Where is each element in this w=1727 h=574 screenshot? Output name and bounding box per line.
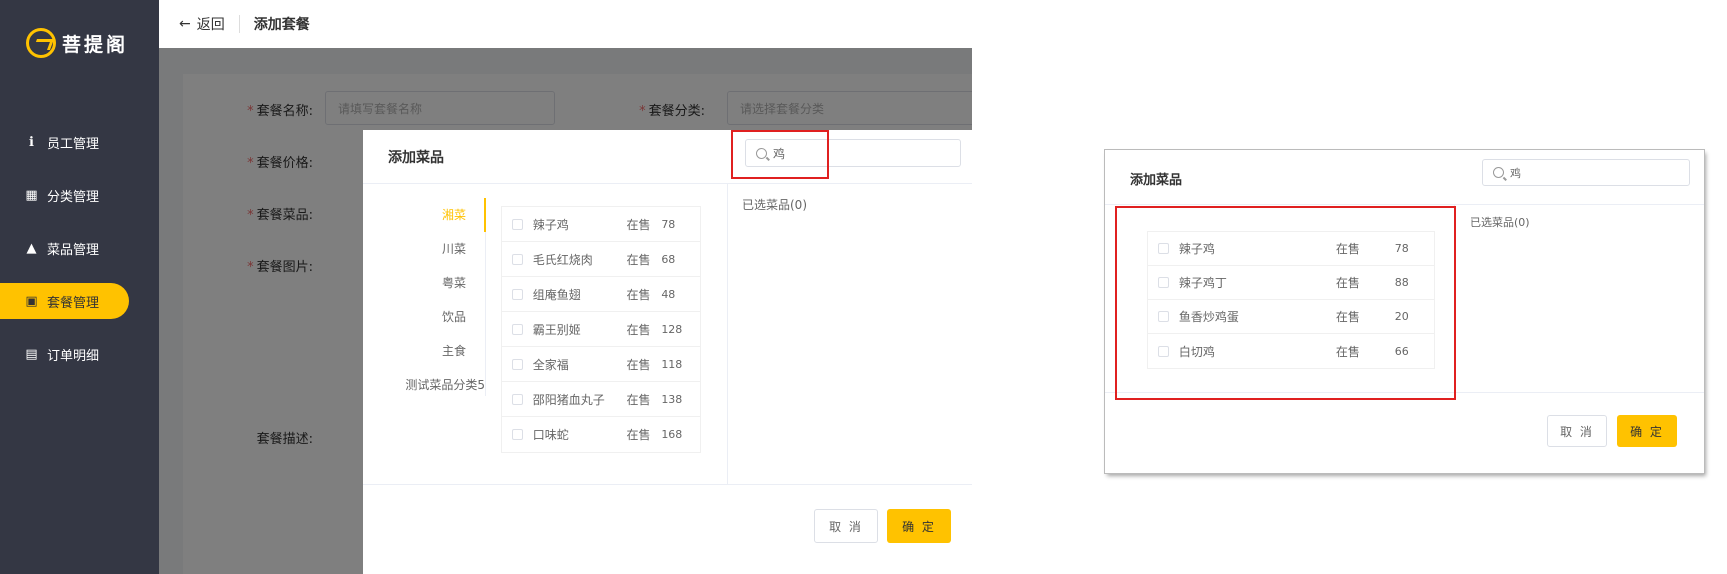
dish-price: 118 <box>661 357 683 371</box>
grid-icon: ▦ <box>25 187 38 203</box>
sidebar: 菩提阁 ℹ 员工管理 ▦ 分类管理 ▲ 菜品管理 ▣ 套餐管理 ▤ 订单明细 <box>0 0 159 574</box>
dish-name: 霸王别姬 <box>532 322 581 337</box>
confirm-button[interactable]: 确 定 <box>887 509 951 543</box>
logo-text: 菩提阁 <box>62 33 129 56</box>
dish-name: 辣子鸡 <box>532 217 569 232</box>
dish-name: 口味蛇 <box>532 428 569 442</box>
category-item[interactable]: 粤菜 <box>363 266 485 300</box>
dish-price: 68 <box>661 252 676 266</box>
dish-cover-icon: ▲ <box>26 240 37 256</box>
panel-divider <box>727 184 728 484</box>
category-active-indicator <box>484 198 486 232</box>
dish-price: 78 <box>661 217 676 231</box>
arrow-left-icon: ← <box>179 16 191 32</box>
sidebar-item-orders[interactable]: ▤ 订单明细 <box>0 336 159 372</box>
info-circle-icon: ℹ <box>29 134 34 150</box>
dish-row[interactable]: 辣子鸡 在售 78 <box>502 207 700 242</box>
selected-dishes-label: 已选菜品(0) <box>742 198 807 212</box>
footer-divider <box>363 484 972 485</box>
page-title: 添加套餐 <box>253 17 310 33</box>
divider <box>238 15 240 33</box>
sidebar-item-categories[interactable]: ▦ 分类管理 <box>0 177 159 213</box>
category-item[interactable]: 饮品 <box>363 300 485 334</box>
dialog-title: 添加菜品 <box>388 149 444 166</box>
gift-icon: ▣ <box>25 293 38 309</box>
sidebar-item-label: 订单明细 <box>47 348 100 364</box>
dish-status: 在售 <box>626 322 651 337</box>
sidebar-item-label: 菜品管理 <box>47 242 100 258</box>
sidebar-item-label: 套餐管理 <box>47 295 100 311</box>
checkbox[interactable] <box>512 253 523 265</box>
dish-name: 全家福 <box>532 357 569 372</box>
category-item[interactable]: 湘菜 <box>363 198 485 232</box>
dish-name: 组庵鱼翅 <box>532 287 581 302</box>
category-list: 湘菜 川菜 粤菜 饮品 主食 测试菜品分类5 <box>363 184 485 484</box>
dish-status: 在售 <box>626 428 651 442</box>
dish-row[interactable]: 毛氏红烧肉 在售 68 <box>502 242 700 277</box>
checkbox[interactable] <box>512 288 523 300</box>
category-item[interactable]: 主食 <box>363 334 485 368</box>
confirm-button[interactable]: 确 定 <box>1617 415 1677 447</box>
sidebar-item-setmeals[interactable]: ▣ 套餐管理 <box>0 283 129 319</box>
selected-dishes-label: 已选菜品(0) <box>1470 216 1530 229</box>
dish-price: 168 <box>661 428 683 441</box>
dish-status: 在售 <box>626 287 651 302</box>
dish-search-input[interactable]: 鸡 <box>1482 159 1690 186</box>
dish-status: 在售 <box>626 392 651 407</box>
dish-row[interactable]: 口味蛇 在售 168 <box>502 417 700 452</box>
checkbox[interactable] <box>512 429 523 440</box>
cancel-button[interactable]: 取 消 <box>1547 415 1607 447</box>
dish-row[interactable]: 全家福 在售 118 <box>502 347 700 382</box>
sidebar-item-dishes[interactable]: ▲ 菜品管理 <box>0 230 159 266</box>
dish-list: 辣子鸡 在售 78 毛氏红烧肉 在售 68 组庵鱼翅 在售 48 霸王别姬 在售… <box>501 206 701 453</box>
sidebar-nav: ℹ 员工管理 ▦ 分类管理 ▲ 菜品管理 ▣ 套餐管理 ▤ 订单明细 <box>0 124 159 389</box>
clipboard-icon: ▤ <box>25 346 38 362</box>
dialog-title: 添加菜品 <box>1130 173 1183 188</box>
sidebar-item-employees[interactable]: ℹ 员工管理 <box>0 124 159 160</box>
dish-name: 毛氏红烧肉 <box>532 252 593 267</box>
cancel-button[interactable]: 取 消 <box>814 509 878 543</box>
dish-status: 在售 <box>626 357 651 372</box>
search-highlight-box <box>731 130 829 179</box>
checkbox[interactable] <box>512 393 523 405</box>
sidebar-item-label: 分类管理 <box>47 189 100 205</box>
dish-status: 在售 <box>626 252 651 267</box>
dish-status: 在售 <box>626 217 651 232</box>
back-label: 返回 <box>196 17 225 33</box>
dish-row[interactable]: 组庵鱼翅 在售 48 <box>502 277 700 312</box>
search-value: 鸡 <box>1510 166 1521 180</box>
logo: 菩提阁 <box>26 28 128 58</box>
dish-price: 128 <box>661 322 683 336</box>
left-screenshot: 菩提阁 ℹ 员工管理 ▦ 分类管理 ▲ 菜品管理 ▣ 套餐管理 ▤ 订单明细 ←… <box>0 0 972 574</box>
back-button[interactable]: ← 返回 <box>179 14 225 34</box>
add-dish-dialog: 添加菜品 鸡 湘菜 川菜 粤菜 饮品 主食 测试菜品分类5 辣子鸡 在售 78 <box>363 130 972 574</box>
search-icon <box>1493 167 1504 178</box>
logo-icon <box>26 28 56 58</box>
category-item[interactable]: 测试菜品分类5 <box>363 368 485 402</box>
checkbox[interactable] <box>512 323 523 335</box>
results-highlight-box <box>1115 206 1456 400</box>
sidebar-item-label: 员工管理 <box>47 136 100 152</box>
dish-row[interactable]: 邵阳猪血丸子 在售 138 <box>502 382 700 417</box>
dish-name: 邵阳猪血丸子 <box>532 392 605 407</box>
dish-price: 48 <box>661 287 676 301</box>
category-item[interactable]: 川菜 <box>363 232 485 266</box>
dish-price: 138 <box>661 392 683 406</box>
checkbox[interactable] <box>512 218 523 230</box>
top-bar: ← 返回 添加套餐 <box>159 0 972 48</box>
checkbox[interactable] <box>512 358 523 370</box>
dish-row[interactable]: 霸王别姬 在售 128 <box>502 312 700 347</box>
